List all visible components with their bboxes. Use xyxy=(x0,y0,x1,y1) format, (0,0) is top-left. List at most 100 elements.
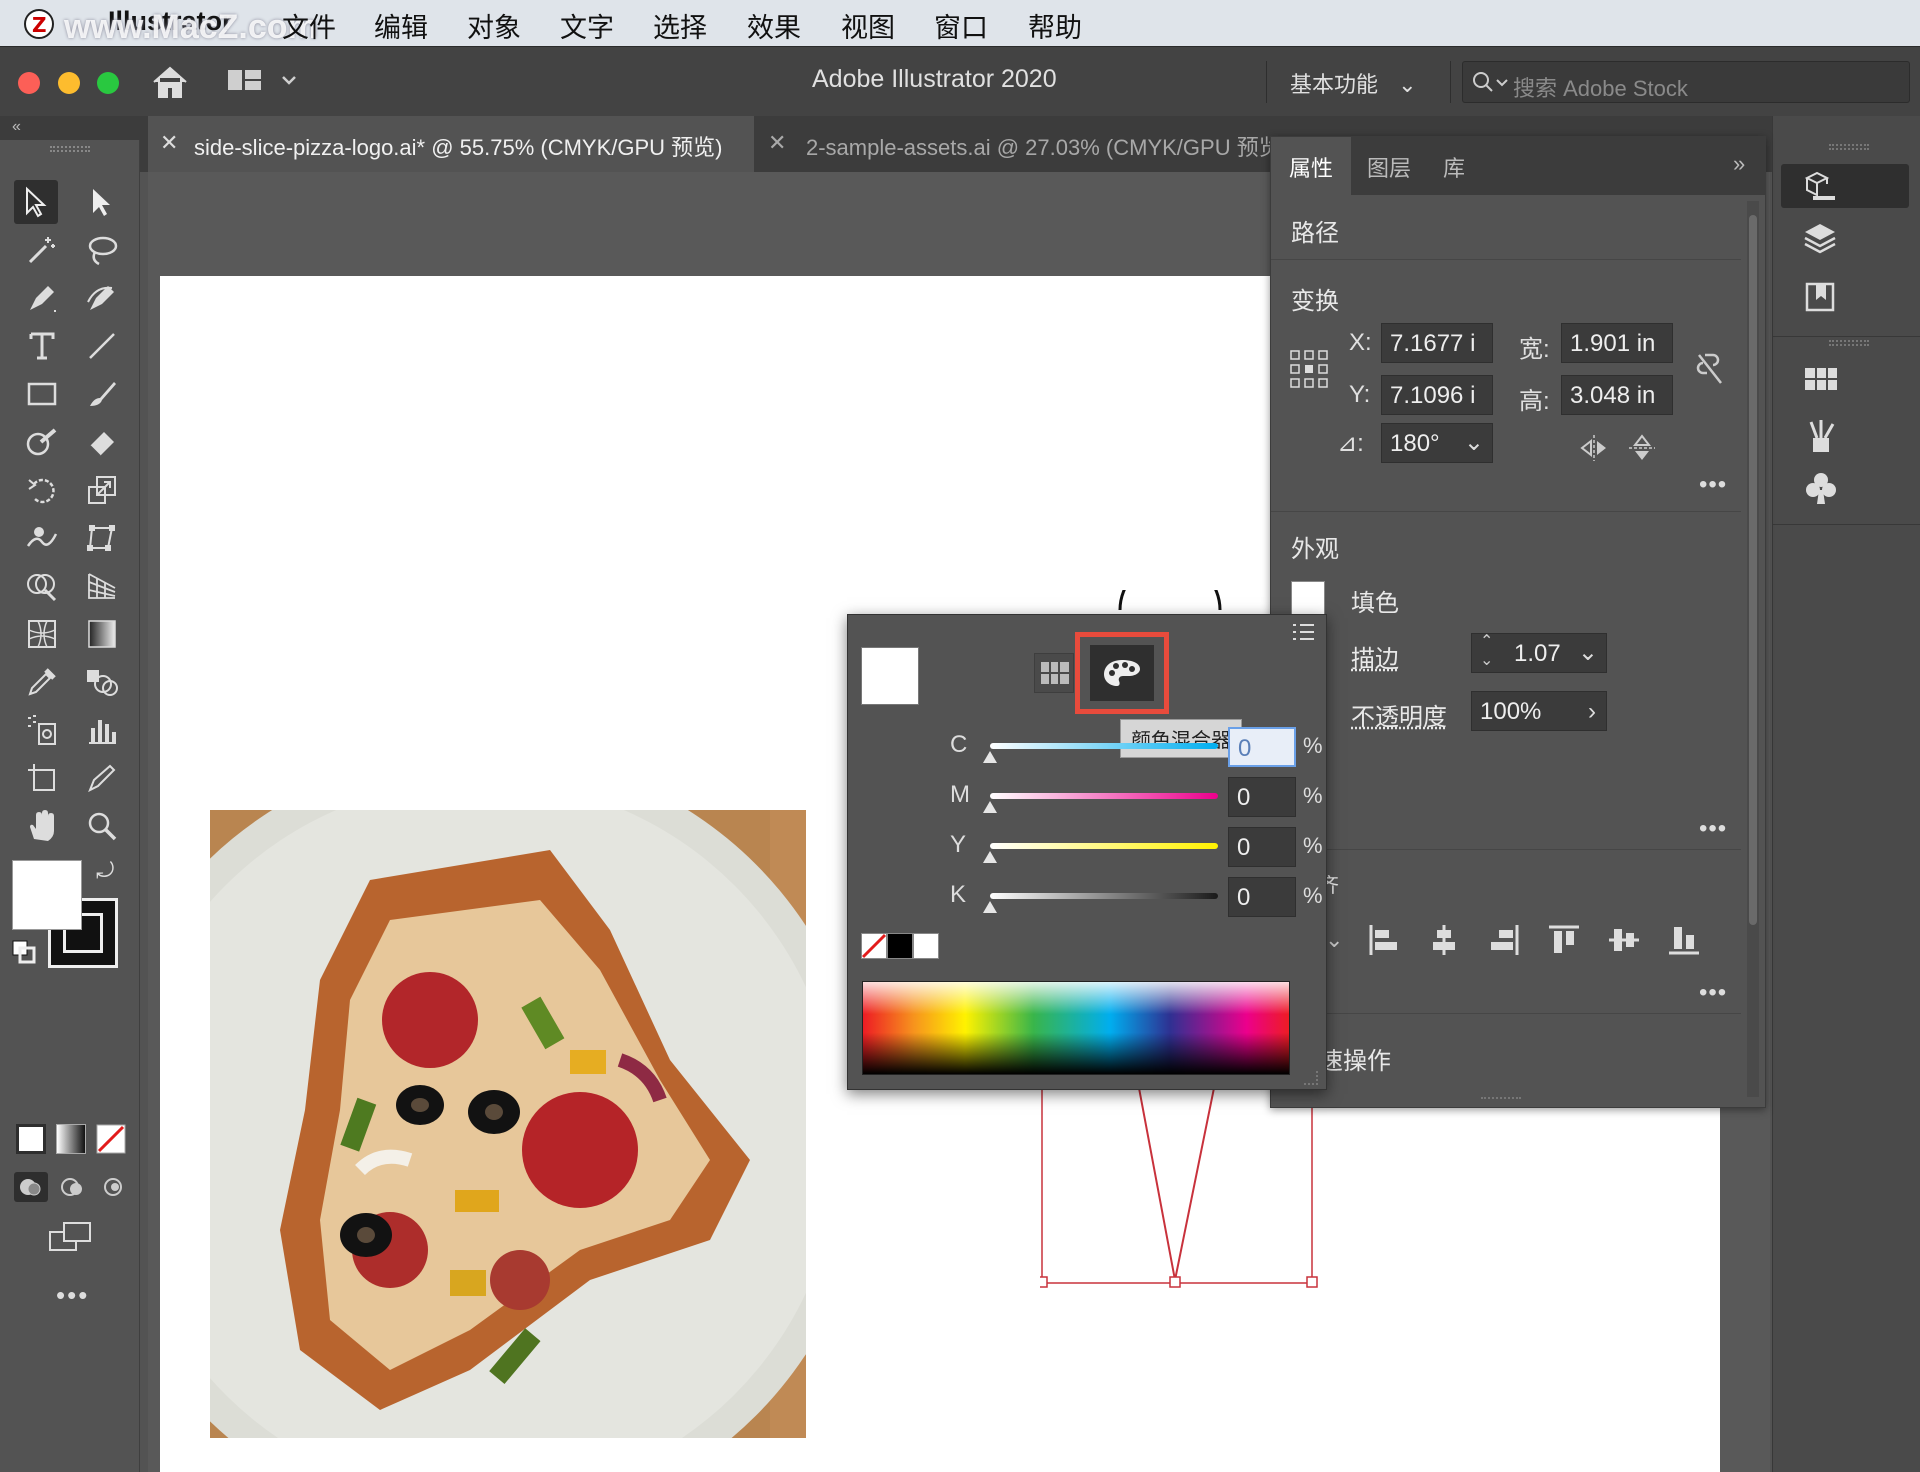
paintbrush-tool[interactable] xyxy=(80,372,124,416)
free-transform-tool[interactable] xyxy=(80,516,124,560)
menu-view[interactable]: 视图 xyxy=(841,6,895,45)
opacity-label[interactable]: 不透明度 xyxy=(1351,697,1447,732)
color-mode-button[interactable] xyxy=(16,1124,46,1154)
cyan-slider-thumb[interactable] xyxy=(983,751,997,763)
zoom-tool[interactable] xyxy=(80,804,124,848)
cyan-slider[interactable] xyxy=(990,743,1218,749)
stock-search-input[interactable]: 搜索 Adobe Stock xyxy=(1462,61,1910,103)
warp-tool[interactable] xyxy=(20,516,64,560)
column-graph-tool[interactable] xyxy=(80,708,124,752)
panel-scrollbar[interactable] xyxy=(1747,201,1759,1097)
constrain-proportions-icon[interactable] xyxy=(1695,351,1725,387)
symbols-panel-icon[interactable] xyxy=(1803,470,1839,506)
black-color-swatch[interactable] xyxy=(887,933,913,959)
rotate-tool[interactable] xyxy=(20,468,64,512)
lasso-tool[interactable] xyxy=(80,228,124,272)
align-horizontal-center-icon[interactable] xyxy=(1427,923,1461,957)
chevron-right-icon[interactable]: › xyxy=(1588,698,1596,726)
symbol-sprayer-tool[interactable] xyxy=(20,708,64,752)
chevron-down-icon[interactable]: ⌄ xyxy=(1464,428,1484,457)
apple-icon[interactable]: Z xyxy=(22,4,56,39)
fill-swatch[interactable] xyxy=(12,860,82,930)
layers-panel-icon[interactable] xyxy=(1801,220,1839,256)
blend-tool[interactable] xyxy=(80,660,124,704)
color-guide-button[interactable] xyxy=(1034,653,1074,693)
menu-window[interactable]: 窗口 xyxy=(934,6,988,45)
stroke-label[interactable]: 描边 xyxy=(1351,639,1399,674)
align-left-icon[interactable] xyxy=(1367,923,1401,957)
align-more-options-icon[interactable]: ••• xyxy=(1699,979,1727,1007)
swatches-panel-icon[interactable] xyxy=(1803,364,1839,394)
edit-toolbar-icon[interactable]: ••• xyxy=(56,1280,89,1311)
none-mode-button[interactable] xyxy=(96,1124,126,1154)
menu-help[interactable]: 帮助 xyxy=(1028,6,1082,45)
libraries-panel-icon[interactable] xyxy=(1803,280,1839,314)
x-position-field[interactable]: 7.1677 i xyxy=(1381,323,1493,363)
stroke-weight-field[interactable]: ⌃ ⌄ 1.07 ⌄ xyxy=(1471,633,1607,673)
yellow-slider-thumb[interactable] xyxy=(983,851,997,863)
color-mixer-button[interactable] xyxy=(1075,632,1169,714)
color-spectrum-bar[interactable] xyxy=(862,981,1290,1075)
change-screen-mode-icon[interactable] xyxy=(48,1220,94,1254)
line-segment-tool[interactable] xyxy=(80,324,124,368)
close-tab-icon[interactable]: ✕ xyxy=(160,130,178,156)
height-field[interactable]: 3.048 in xyxy=(1561,375,1673,415)
yellow-slider[interactable] xyxy=(990,843,1218,849)
yellow-value-field[interactable]: 0 xyxy=(1228,827,1296,867)
draw-behind-icon[interactable] xyxy=(56,1172,90,1202)
transform-more-options-icon[interactable]: ••• xyxy=(1699,471,1727,499)
magic-wand-tool[interactable] xyxy=(20,228,64,272)
slice-tool[interactable] xyxy=(80,756,124,800)
menu-edit[interactable]: 编辑 xyxy=(374,6,428,45)
close-tab-icon[interactable]: ✕ xyxy=(768,130,786,156)
cyan-value-field[interactable]: 0 xyxy=(1228,727,1296,767)
stepper-icon[interactable]: ⌃ ⌄ xyxy=(1480,634,1493,670)
pizza-photo[interactable] xyxy=(210,810,806,1438)
panel-resize-handle[interactable] xyxy=(1304,1071,1318,1085)
align-right-icon[interactable] xyxy=(1487,923,1521,957)
hand-tool[interactable] xyxy=(20,804,64,848)
artboard-tool[interactable] xyxy=(20,756,64,800)
close-window-button[interactable] xyxy=(18,72,40,94)
selection-tool[interactable] xyxy=(14,180,58,224)
menu-select[interactable]: 选择 xyxy=(653,6,707,45)
tab-side-slice-pizza-logo[interactable]: ✕ side-slice-pizza-logo.ai* @ 55.75% (CM… xyxy=(148,116,754,172)
align-bottom-icon[interactable] xyxy=(1667,923,1701,957)
rectangle-tool[interactable] xyxy=(20,372,64,416)
panel-collapse-icon[interactable]: » xyxy=(1733,151,1745,177)
dock-grip[interactable] xyxy=(1829,144,1869,150)
toolbar-grip[interactable] xyxy=(50,146,90,152)
y-position-field[interactable]: 7.1096 i xyxy=(1381,375,1493,415)
panel-menu-icon[interactable] xyxy=(1290,621,1316,643)
magenta-slider[interactable] xyxy=(990,793,1218,799)
tab-layers[interactable]: 图层 xyxy=(1367,151,1411,183)
appearance-more-options-icon[interactable]: ••• xyxy=(1699,815,1727,843)
mesh-tool[interactable] xyxy=(20,612,64,656)
perspective-grid-tool[interactable] xyxy=(80,564,124,608)
menu-type[interactable]: 文字 xyxy=(560,6,614,45)
menu-file[interactable]: 文件 xyxy=(282,6,336,45)
opacity-field[interactable]: 100% › xyxy=(1471,691,1607,731)
eyedropper-tool[interactable] xyxy=(20,660,64,704)
shaper-tool[interactable] xyxy=(20,420,64,464)
black-value-field[interactable]: 0 xyxy=(1228,877,1296,917)
properties-panel-icon[interactable] xyxy=(1781,164,1909,208)
width-field[interactable]: 1.901 in xyxy=(1561,323,1673,363)
tab-2-sample-assets[interactable]: ✕ 2-sample-assets.ai @ 27.03% (CMYK/GPU … xyxy=(756,116,1272,172)
default-fill-stroke-icon[interactable] xyxy=(12,940,36,964)
black-slider[interactable] xyxy=(990,893,1218,899)
minimize-window-button[interactable] xyxy=(58,72,80,94)
home-icon[interactable] xyxy=(150,63,190,101)
align-vertical-center-icon[interactable] xyxy=(1607,923,1641,957)
gradient-mode-button[interactable] xyxy=(56,1124,86,1154)
fill-color-swatch[interactable] xyxy=(1291,581,1325,615)
chevron-down-icon[interactable]: ⌄ xyxy=(1578,638,1598,667)
align-to-dropdown-icon[interactable]: ⌄ xyxy=(1325,927,1343,953)
rotate-angle-field[interactable]: 180° ⌄ xyxy=(1381,423,1493,463)
none-color-swatch[interactable] xyxy=(861,933,887,959)
brushes-panel-icon[interactable] xyxy=(1803,416,1839,454)
swap-fill-stroke-icon[interactable]: ⤾ xyxy=(96,858,114,884)
shape-builder-tool[interactable] xyxy=(20,564,64,608)
gradient-tool[interactable] xyxy=(80,612,124,656)
scale-tool[interactable] xyxy=(80,468,124,512)
